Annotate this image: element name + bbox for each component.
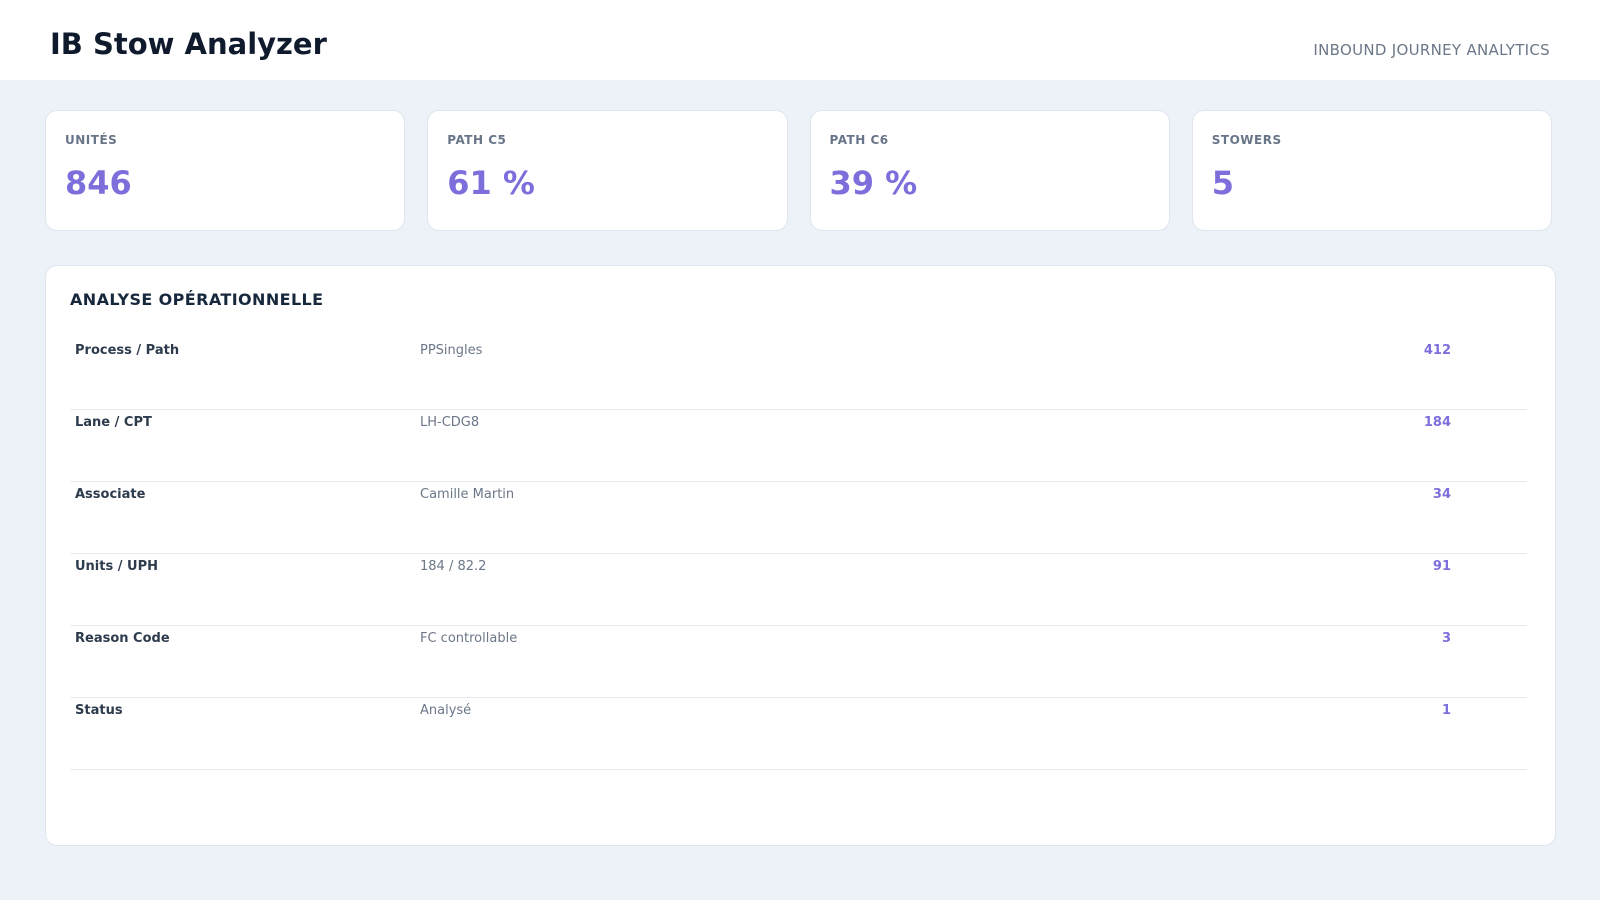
app-header: IB Stow Analyzer INBOUND JOURNEY ANALYTI…: [0, 0, 1600, 80]
analysis-panel: ANALYSE OPÉRATIONNELLE Process / Path PP…: [45, 265, 1556, 846]
row-count: 412: [1423, 343, 1451, 358]
kpi-label: PATH C6: [829, 133, 889, 147]
row-label: Status: [75, 703, 123, 718]
row-count: 34: [1432, 487, 1451, 502]
row-label: Process / Path: [75, 343, 180, 358]
table-row: Units / UPH 184 / 82.2 91: [70, 554, 1527, 626]
kpi-card-units: UNITÉS 846: [45, 110, 406, 231]
row-count: 184: [1423, 415, 1451, 430]
row-label: Reason Code: [75, 631, 170, 646]
row-label: Associate: [75, 487, 146, 502]
app-title: IB Stow Analyzer: [50, 27, 327, 61]
row-count: 91: [1432, 559, 1451, 574]
table-row: Reason Code FC controllable 3: [70, 626, 1527, 698]
app-subtitle: INBOUND JOURNEY ANALYTICS: [1313, 41, 1550, 59]
kpi-label: UNITÉS: [65, 133, 118, 147]
kpi-value: 39 %: [829, 164, 918, 202]
row-value: Analysé: [420, 703, 472, 718]
row-value: LH-CDG8: [420, 415, 480, 430]
table-row: Process / Path PPSingles 412: [70, 338, 1527, 410]
row-value: 184 / 82.2: [420, 559, 487, 574]
row-count: 3: [1441, 631, 1451, 646]
kpi-label: STOWERS: [1211, 133, 1282, 147]
kpi-row: UNITÉS 846 PATH C5 61 % PATH C6 39 % STO…: [45, 110, 1552, 231]
row-label: Units / UPH: [75, 559, 158, 574]
kpi-label: PATH C5: [447, 133, 507, 147]
table-row: Lane / CPT LH-CDG8 184: [70, 410, 1527, 482]
kpi-card-stowers: STOWERS 5: [1191, 110, 1552, 231]
kpi-value: 5: [1211, 164, 1235, 202]
analysis-table: Process / Path PPSingles 412 Lane / CPT …: [70, 338, 1527, 770]
row-label: Lane / CPT: [75, 415, 152, 430]
table-row: Status Analysé 1: [70, 698, 1527, 770]
row-value: Camille Martin: [420, 487, 515, 502]
panel-title: ANALYSE OPÉRATIONNELLE: [70, 290, 324, 309]
row-count: 1: [1441, 703, 1451, 718]
table-row: Associate Camille Martin 34: [70, 482, 1527, 554]
kpi-value: 61 %: [447, 164, 535, 202]
kpi-card-path-c5: PATH C5 61 %: [427, 110, 788, 231]
kpi-value: 846: [65, 164, 132, 202]
row-value: PPSingles: [420, 343, 483, 358]
row-value: FC controllable: [420, 631, 518, 646]
kpi-card-path-c6: PATH C6 39 %: [809, 110, 1170, 231]
